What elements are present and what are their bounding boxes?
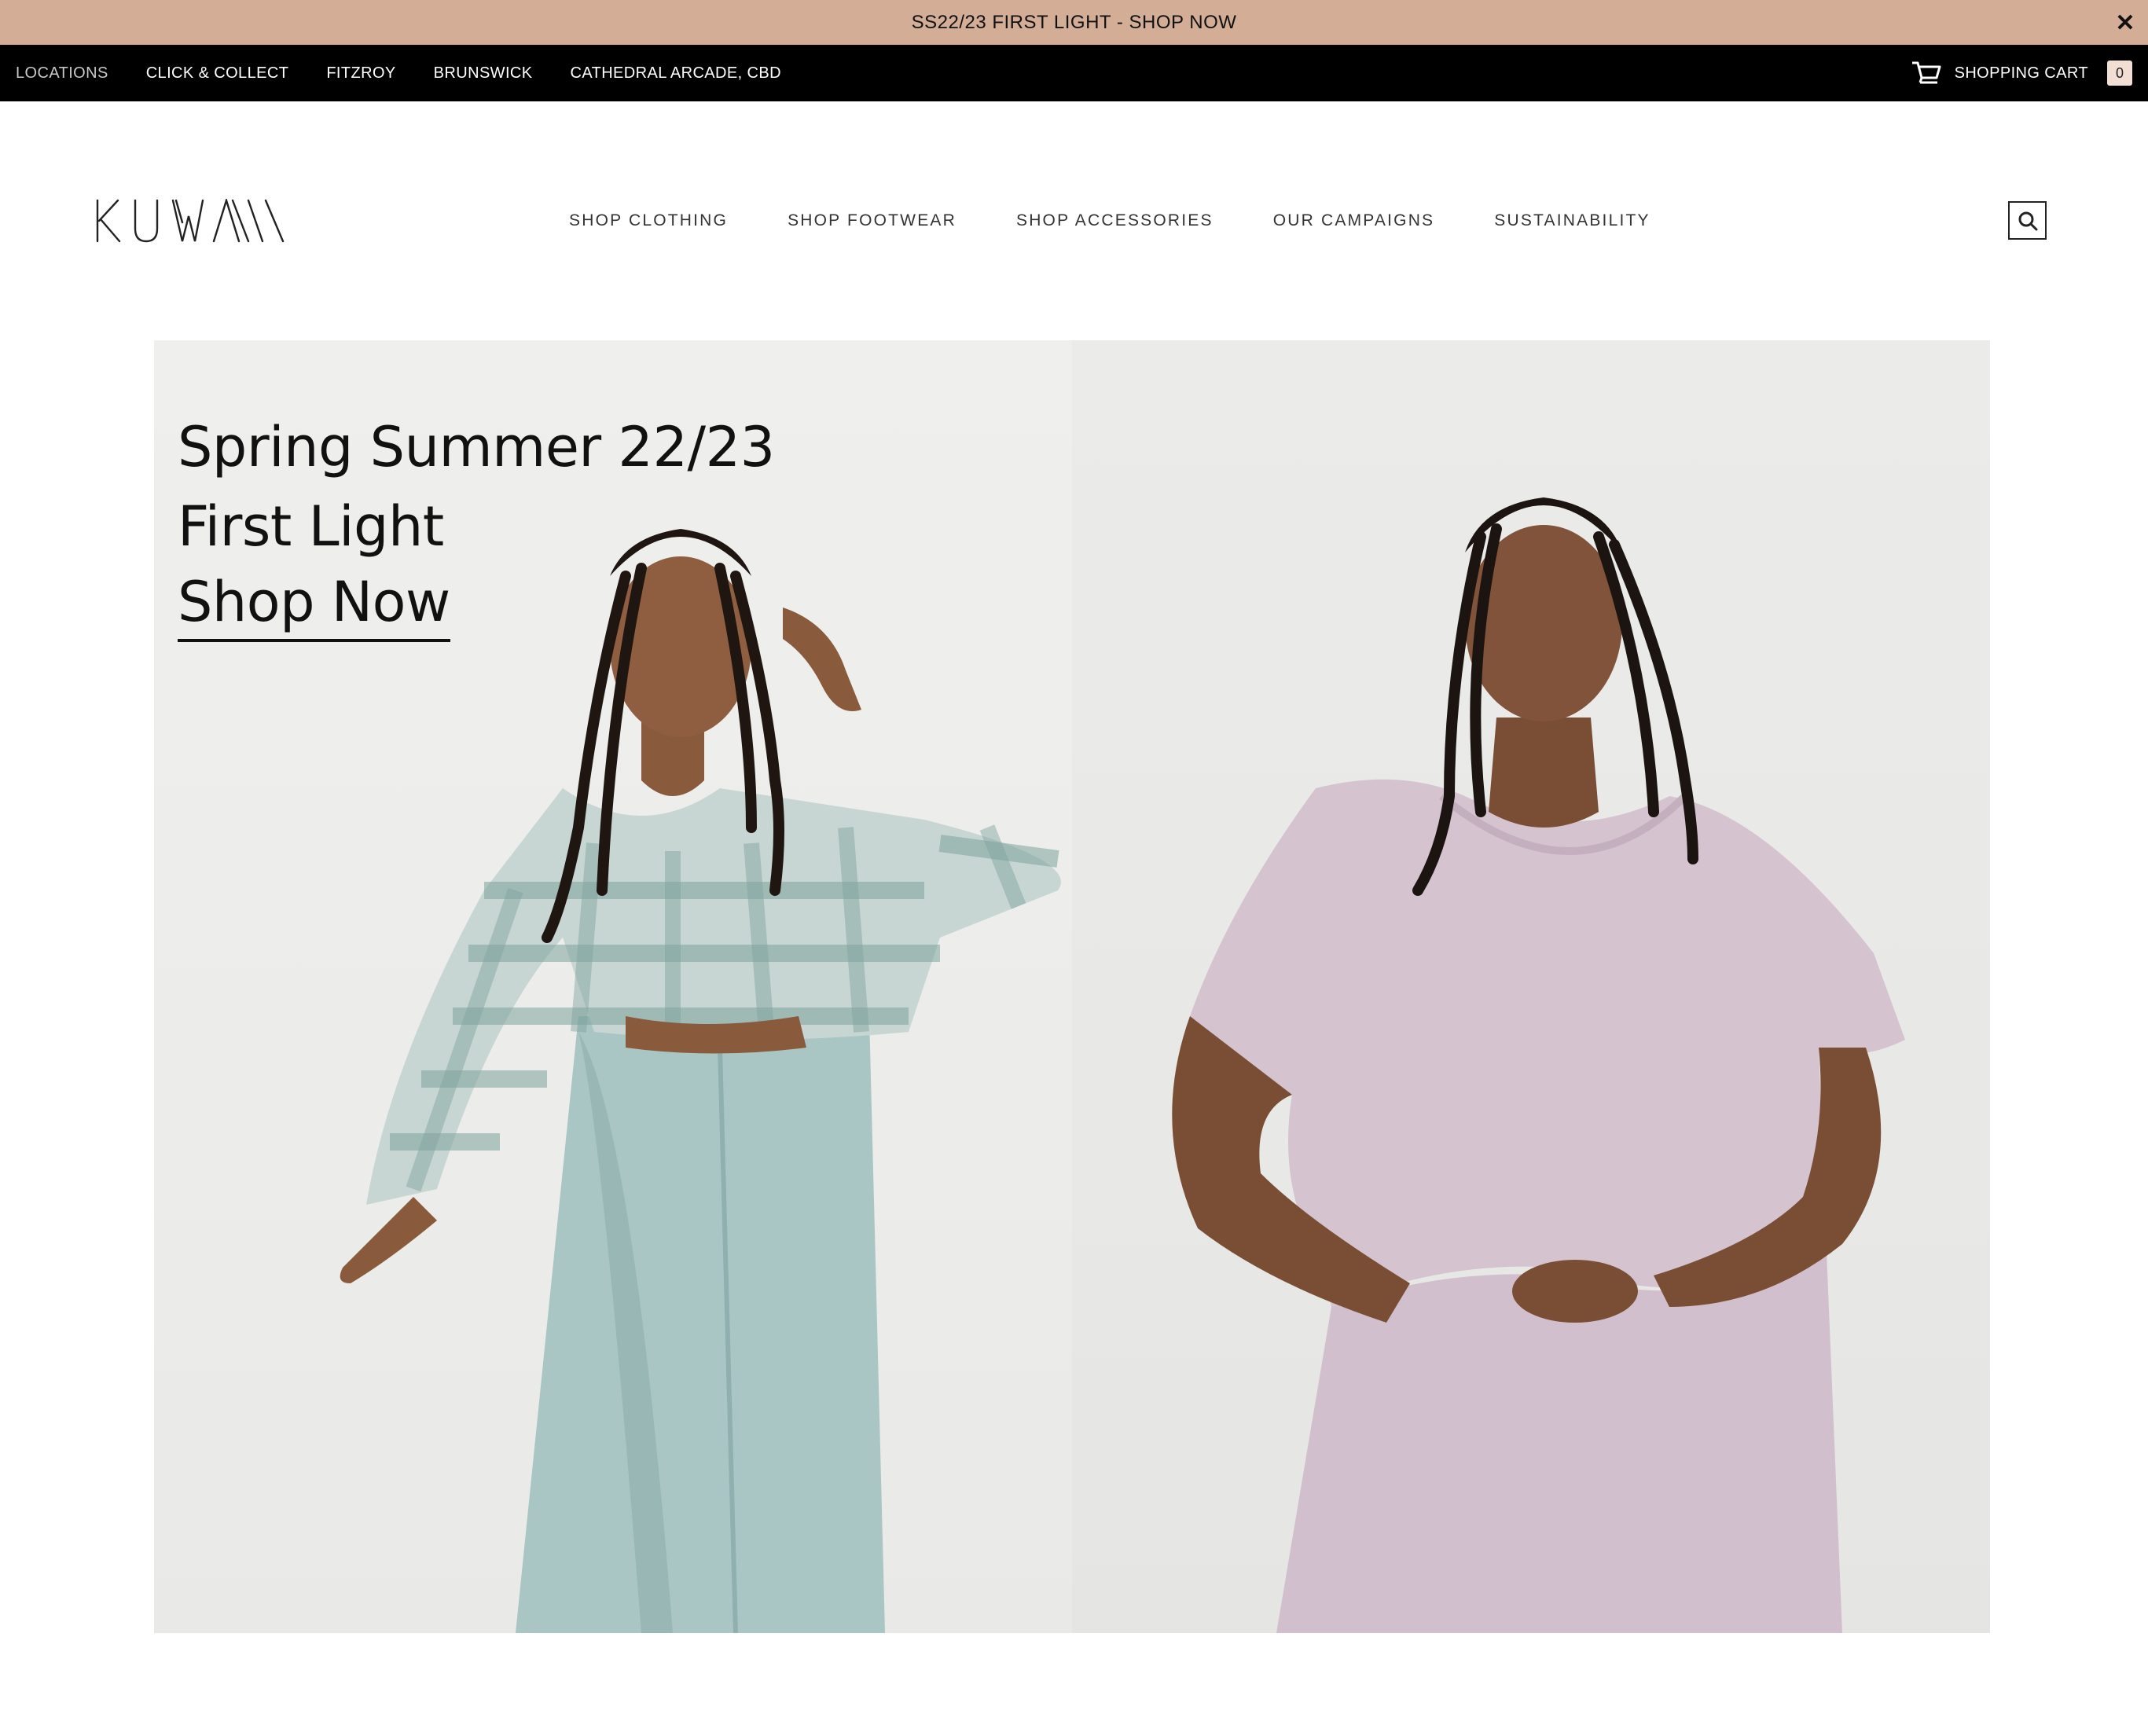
brand-logo[interactable] — [94, 196, 287, 243]
announcement-bar[interactable]: SS22/23 FIRST LIGHT - SHOP NOW ✕ — [0, 0, 2148, 45]
hero-title-line2: First Light — [178, 494, 444, 559]
hero-image-right[interactable] — [1072, 340, 1990, 1633]
utility-links: LOCATIONS CLICK & COLLECT FITZROY BRUNSW… — [16, 64, 781, 83]
main-navigation: SHOP CLOTHING SHOP FOOTWEAR SHOP ACCESSO… — [569, 211, 1650, 230]
site-header: SHOP CLOTHING SHOP FOOTWEAR SHOP ACCESSO… — [0, 101, 2148, 340]
nav-shop-footwear[interactable]: SHOP FOOTWEAR — [788, 211, 957, 230]
hero-image-left[interactable]: Spring Summer 22/23 First Light Shop Now — [154, 340, 1072, 1633]
nav-shop-clothing[interactable]: SHOP CLOTHING — [569, 211, 728, 230]
search-icon[interactable] — [2018, 211, 2038, 231]
locations-label: LOCATIONS — [16, 64, 108, 82]
model-illustration-right — [1172, 497, 1905, 1633]
click-collect-link[interactable]: CLICK & COLLECT — [146, 64, 289, 83]
fitzroy-link[interactable]: FITZROY — [326, 64, 395, 83]
shopping-cart-label[interactable]: SHOPPING CART — [1955, 64, 2088, 83]
utility-bar: LOCATIONS CLICK & COLLECT FITZROY BRUNSW… — [0, 45, 2148, 101]
shopping-cart-button[interactable]: SHOPPING CART 0 — [1911, 59, 2132, 87]
hero-title-line1: Spring Summer 22/23 — [178, 415, 775, 479]
nav-our-campaigns[interactable]: OUR CAMPAIGNS — [1273, 211, 1435, 230]
cart-count-badge: 0 — [2107, 61, 2132, 86]
search-button[interactable] — [2008, 201, 2047, 240]
announcement-text[interactable]: SS22/23 FIRST LIGHT - SHOP NOW — [912, 12, 1237, 34]
nav-sustainability[interactable]: SUSTAINABILITY — [1494, 211, 1650, 230]
shop-now-link[interactable]: Shop Now — [178, 567, 450, 642]
nav-shop-accessories[interactable]: SHOP ACCESSORIES — [1016, 211, 1214, 230]
hero-banner[interactable]: Spring Summer 22/23 First Light Shop Now — [154, 340, 1990, 1633]
brunswick-link[interactable]: BRUNSWICK — [434, 64, 533, 83]
close-icon[interactable]: ✕ — [2112, 9, 2139, 36]
shopping-cart-icon[interactable] — [1911, 59, 1942, 87]
hero-headline: Spring Summer 22/23 First Light Shop Now — [178, 408, 775, 642]
cathedral-arcade-link[interactable]: CATHEDRAL ARCADE, CBD — [571, 64, 781, 83]
